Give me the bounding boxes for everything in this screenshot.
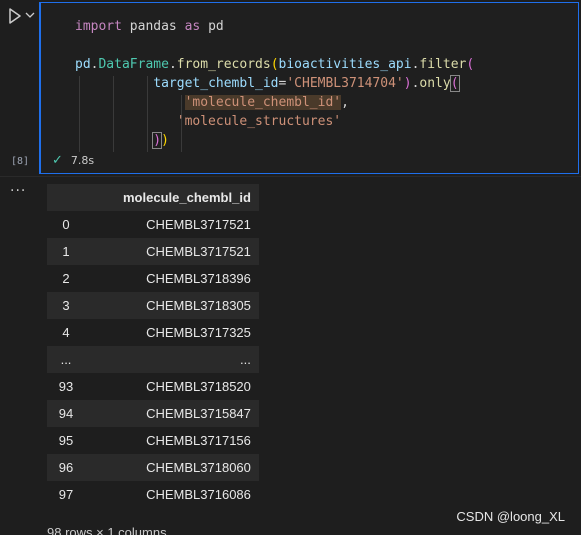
table-row: 3 CHEMBL3718305: [47, 292, 259, 319]
table-header-row: molecule_chembl_id: [47, 184, 259, 211]
row-index: 2: [62, 271, 70, 286]
play-icon[interactable]: [8, 8, 22, 24]
table-row: 95 CHEMBL3717156: [47, 427, 259, 454]
watermark: CSDN @loong_XL: [456, 509, 565, 524]
check-icon: ✓: [52, 153, 63, 168]
row-value: CHEMBL3717325: [146, 325, 251, 340]
execution-count: [8]: [11, 156, 30, 167]
code-line-4: target_chembl_id='CHEMBL3714704').only(: [153, 75, 460, 92]
row-index: ...: [47, 346, 85, 373]
row-value: CHEMBL3717521: [85, 238, 259, 265]
code-line-1: import pandas as pd: [75, 19, 224, 34]
row-index: 1: [47, 238, 85, 265]
table-row: 93 CHEMBL3718520: [47, 373, 259, 400]
table-row: 2 CHEMBL3718396: [47, 265, 259, 292]
column-header: molecule_chembl_id: [85, 184, 259, 211]
row-index: 3: [47, 292, 85, 319]
row-index: 97: [58, 487, 74, 502]
row-value: CHEMBL3716086: [146, 487, 251, 502]
more-icon[interactable]: ···: [10, 183, 26, 199]
table-row: 1 CHEMBL3717521: [47, 238, 259, 265]
row-value: CHEMBL3718305: [85, 292, 259, 319]
row-value: CHEMBL3717156: [146, 433, 251, 448]
row-value: CHEMBL3717521: [146, 217, 251, 232]
code-line-3: pd.DataFrame.from_records(bioactivities_…: [75, 57, 475, 72]
row-value: CHEMBL3718060: [85, 454, 259, 481]
cell-status: ✓ 7.8s: [52, 153, 94, 168]
row-value: CHEMBL3718520: [146, 379, 251, 394]
row-index: 93: [58, 379, 74, 394]
code-line-5: 'molecule_chembl_id',: [184, 95, 349, 110]
table-row: 0 CHEMBL3717521: [47, 211, 259, 238]
row-value: ...: [85, 346, 259, 373]
row-index: 4: [62, 325, 70, 340]
divider: [0, 176, 581, 177]
dataframe-output: molecule_chembl_id 0 CHEMBL3717521 1 CHEMB…: [47, 184, 259, 508]
table-row: 4 CHEMBL3717325: [47, 319, 259, 346]
row-index: 0: [62, 217, 70, 232]
table-row: ......: [47, 346, 259, 373]
code-cell[interactable]: import pandas as pd pd.DataFrame.from_re…: [39, 2, 579, 174]
row-index: 94: [47, 400, 85, 427]
code-line-7: )): [152, 132, 169, 149]
code-line-6: 'molecule_structures': [176, 114, 342, 129]
row-value: CHEMBL3718396: [146, 271, 251, 286]
table-row: 97 CHEMBL3716086: [47, 481, 259, 508]
notebook: [8] import pandas as pd pd.DataFrame.fro…: [0, 0, 581, 535]
code-editor[interactable]: import pandas as pd pd.DataFrame.from_re…: [75, 17, 474, 150]
index-header: [47, 184, 85, 211]
row-index: 96: [47, 454, 85, 481]
chevron-down-icon[interactable]: [25, 10, 35, 20]
row-index: 95: [58, 433, 74, 448]
table-row: 96 CHEMBL3718060: [47, 454, 259, 481]
table-row: 94 CHEMBL3715847: [47, 400, 259, 427]
row-value: CHEMBL3715847: [85, 400, 259, 427]
dataframe-shape: 98 rows × 1 columns: [47, 525, 167, 535]
execution-time: 7.8s: [70, 154, 95, 167]
